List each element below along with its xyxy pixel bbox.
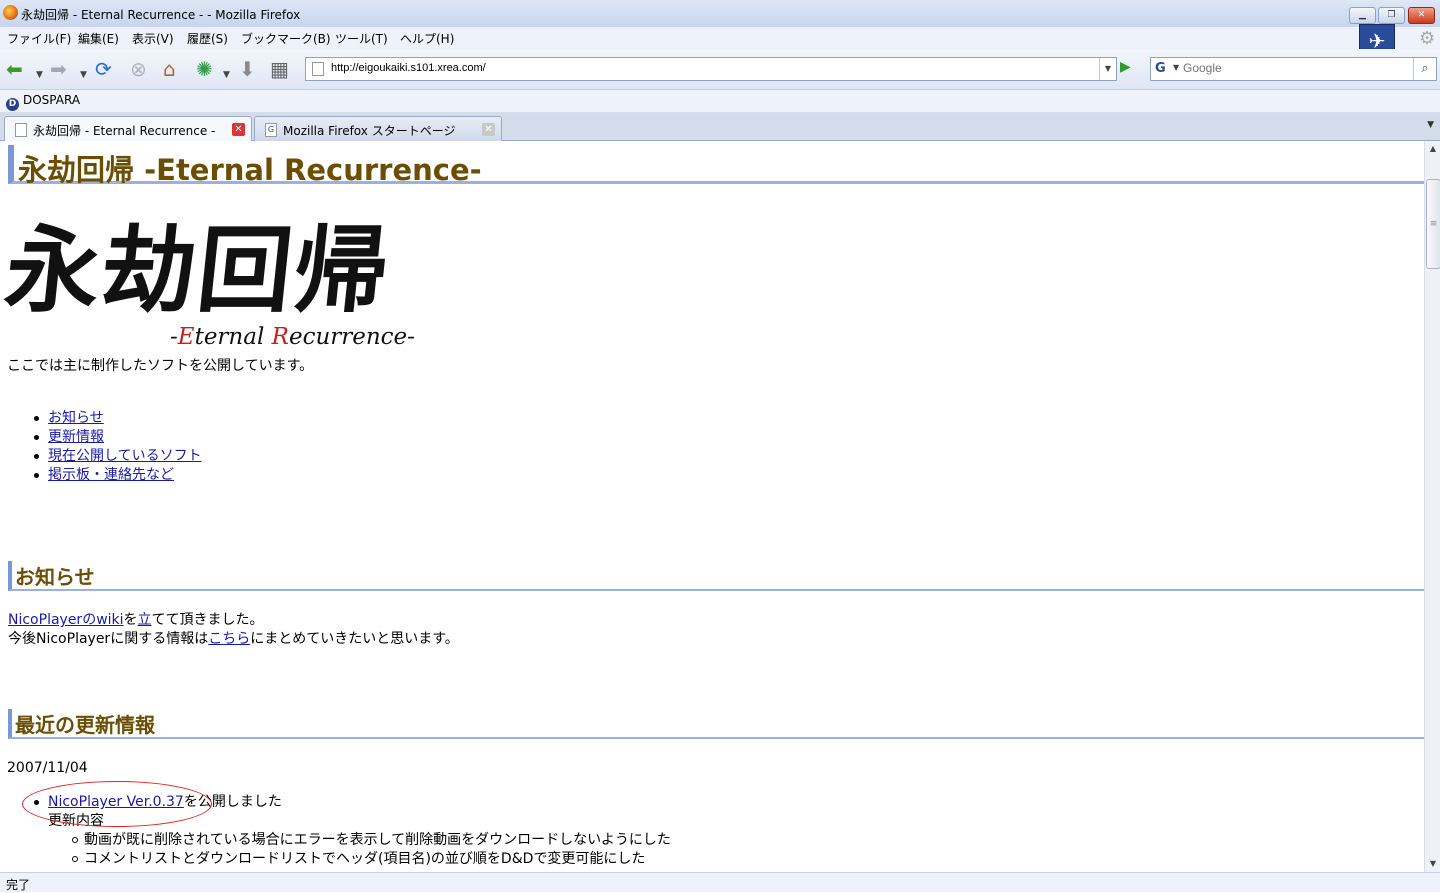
url-text[interactable]: http://eigoukaiki.s101.xrea.com/ [331, 62, 486, 74]
status-text: 完了 [6, 878, 31, 892]
download-arrow-icon[interactable]: ⬇ [239, 57, 256, 81]
bookmark-dospara[interactable]: D DOSPARA [6, 93, 80, 111]
go-arrow-icon[interactable]: ▶ [1120, 59, 1131, 75]
tab-close-icon[interactable]: ✕ [482, 123, 495, 136]
scroll-down-arrow-icon[interactable]: ▼ [1425, 856, 1440, 872]
activity-gear-icon: ⚙ [1419, 28, 1436, 49]
url-bar[interactable]: http://eigoukaiki.s101.xrea.com/ ▼ [305, 57, 1117, 81]
search-engine-dropdown-icon[interactable]: ▼ [1173, 63, 1179, 72]
stop-icon[interactable]: ⊗ [130, 57, 147, 81]
tab-bar: 永劫回帰 - Eternal Recurrence - ✕ G Mozilla … [0, 113, 1440, 142]
logo-kanji: 永劫回帰 [0, 216, 396, 326]
list-item: お知らせ [34, 409, 202, 428]
logo-sub-e: E [177, 324, 195, 350]
forward-history-dropdown-icon[interactable]: ▼ [80, 63, 87, 87]
changes-list: 動画が既に削除されている場合にエラーを表示して削除動画をダウンロードしないように… [48, 831, 671, 869]
search-input[interactable] [1183, 60, 1408, 76]
bookmarks-toolbar: D DOSPARA [0, 90, 1440, 113]
news-text: にまとめていきたいと思います。 [250, 631, 459, 647]
logo-sub-ecurrence: ecurrence- [288, 324, 415, 350]
scrollbar-thumb[interactable]: ≡ [1426, 179, 1440, 269]
link-kochira[interactable]: こちら [208, 631, 250, 647]
highlight-annotation-circle [22, 781, 212, 827]
news-heading-text: お知らせ [15, 565, 95, 589]
list-item: 更新情報 [34, 428, 202, 447]
list-item: 掲示板・連絡先など [34, 466, 202, 485]
menu-view[interactable]: 表示(V) [132, 30, 174, 47]
minimize-icon[interactable]: ▁ [1349, 7, 1376, 24]
restore-icon[interactable]: ❐ [1378, 7, 1405, 24]
google-page-icon: G [265, 123, 277, 137]
news-text: てて頂きました。 [151, 612, 264, 628]
link-tate[interactable]: 立 [138, 612, 152, 628]
reload-icon[interactable]: ⟳ [95, 57, 112, 81]
google-engine-icon[interactable]: G [1155, 61, 1166, 76]
home-icon[interactable]: ⌂ [163, 57, 176, 81]
menu-help[interactable]: ヘルプ(H) [400, 30, 454, 47]
page-links-list: お知らせ 更新情報 現在公開しているソフト 掲示板・連絡先など [34, 409, 202, 485]
menu-tools[interactable]: ツール(T) [335, 30, 388, 47]
page-icon [312, 62, 324, 76]
site-title-text: 永劫回帰 -Eternal Recurrence- [18, 153, 482, 187]
addon-swirl-icon[interactable]: ✺ [196, 57, 213, 81]
tab-firefox-start[interactable]: G Mozilla Firefox スタートページ ✕ [254, 116, 502, 141]
link-updates[interactable]: 更新情報 [48, 429, 104, 445]
list-item: 現在公開しているソフト [34, 447, 202, 466]
back-history-dropdown-icon[interactable]: ▼ [36, 63, 43, 87]
toolbar-extension-icon[interactable]: ▦ [270, 57, 289, 81]
menu-bar: ファイル(F) 編集(E) 表示(V) 履歴(S) ブックマーク(B) ツール(… [0, 27, 1440, 49]
tab-label: Mozilla Firefox スタートページ [283, 124, 456, 138]
link-software[interactable]: 現在公開しているソフト [48, 448, 202, 464]
link-bbs-contact[interactable]: 掲示板・連絡先など [48, 467, 174, 483]
menu-edit[interactable]: 編集(E) [78, 30, 119, 47]
page-content: 永劫回帰 -Eternal Recurrence- 永劫回帰 -Eternal … [0, 141, 1424, 872]
menu-bookmarks[interactable]: ブックマーク(B) [241, 30, 331, 47]
close-icon[interactable]: ✕ [1408, 7, 1435, 24]
menu-file[interactable]: ファイル(F) [7, 30, 71, 47]
logo-sub-ternal: ternal [194, 324, 272, 350]
vertical-scrollbar[interactable]: ▲ ≡ ▼ [1424, 141, 1440, 872]
navigation-toolbar: ⬅ ▼ ➡ ▼ ⟳ ⊗ ⌂ ✺ ▼ ⬇ ▦ http://eigoukaiki.… [0, 49, 1440, 90]
news-line-2: 今後NicoPlayerに関する情報はこちらにまとめていきたいと思います。 [8, 630, 459, 649]
list-item: コメントリストとダウンロードリストでヘッダ(項目名)の並び順をD&Dで変更可能に… [72, 850, 671, 869]
site-title: 永劫回帰 -Eternal Recurrence- [8, 145, 1424, 187]
site-logo: 永劫回帰 -Eternal Recurrence- [0, 216, 415, 350]
scroll-up-arrow-icon[interactable]: ▲ [1425, 141, 1440, 157]
tab-list-dropdown-icon[interactable]: ▼ [1427, 120, 1434, 130]
tab-label: 永劫回帰 - Eternal Recurrence - [33, 124, 216, 138]
news-line-1: NicoPlayerのwikiを立てて頂きました。 [8, 611, 264, 630]
forward-arrow-icon[interactable]: ➡ [50, 57, 67, 81]
news-text: を [123, 612, 138, 628]
updates-heading: 最近の更新情報 [8, 709, 1424, 739]
menu-history[interactable]: 履歴(S) [187, 30, 228, 47]
link-news[interactable]: お知らせ [48, 410, 104, 426]
addon-dropdown-icon[interactable]: ▼ [223, 63, 230, 87]
status-bar: 完了 [0, 872, 1440, 892]
tab-close-icon[interactable]: ✕ [232, 123, 245, 136]
update-date: 2007/11/04 [7, 760, 88, 776]
list-item: 動画が既に削除されている場合にエラーを表示して削除動画をダウンロードしないように… [72, 832, 671, 848]
url-history-dropdown-icon[interactable]: ▼ [1099, 58, 1116, 80]
logo-subtitle: -Eternal Recurrence- [170, 324, 415, 350]
bookmark-label: DOSPARA [23, 93, 81, 107]
logo-sub-r: R [271, 324, 289, 350]
news-text: 今後NicoPlayerに関する情報は [8, 631, 209, 647]
tab-eternal-recurrence[interactable]: 永劫回帰 - Eternal Recurrence - ✕ [4, 116, 252, 142]
window-title: 永劫回帰 - Eternal Recurrence - - Mozilla Fi… [21, 8, 301, 22]
search-box[interactable]: G ▼ ⌕ [1150, 57, 1437, 81]
search-magnifier-icon[interactable]: ⌕ [1413, 58, 1436, 80]
page-icon [15, 123, 27, 137]
updates-heading-text: 最近の更新情報 [15, 713, 155, 737]
back-arrow-icon[interactable]: ⬅ [6, 57, 23, 81]
window-title-bar: 永劫回帰 - Eternal Recurrence - - Mozilla Fi… [0, 0, 1440, 27]
dospara-icon: D [6, 98, 19, 111]
intro-text: ここでは主に制作したソフトを公開しています。 [7, 358, 314, 374]
link-nicoplayer-wiki[interactable]: NicoPlayerのwiki [8, 612, 124, 628]
news-heading: お知らせ [8, 561, 1424, 591]
logo-sub-prefix: - [170, 324, 178, 350]
firefox-icon [3, 5, 18, 20]
